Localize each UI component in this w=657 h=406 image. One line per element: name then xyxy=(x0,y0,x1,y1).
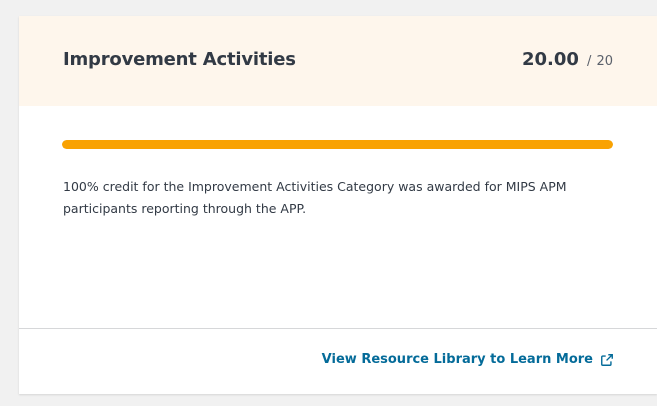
footer-divider xyxy=(19,328,657,329)
score-max: 20 xyxy=(596,54,613,69)
improvement-activities-card: Improvement Activities 20.00 / 20 100% c… xyxy=(19,16,657,394)
resource-library-link-label: View Resource Library to Learn More xyxy=(321,352,593,367)
score-progress-bar xyxy=(62,140,613,149)
resource-library-link[interactable]: View Resource Library to Learn More xyxy=(322,352,614,367)
score-separator: / xyxy=(586,54,592,69)
external-link-icon xyxy=(601,353,613,366)
score-value: 20.00 xyxy=(521,49,579,70)
card-header: Improvement Activities 20.00 / 20 xyxy=(19,16,657,106)
card-title: Improvement Activities xyxy=(63,49,296,70)
score-progress-fill xyxy=(62,140,613,149)
category-description: 100% credit for the Improvement Activiti… xyxy=(63,179,567,216)
score-display: 20.00 / 20 xyxy=(522,49,613,70)
